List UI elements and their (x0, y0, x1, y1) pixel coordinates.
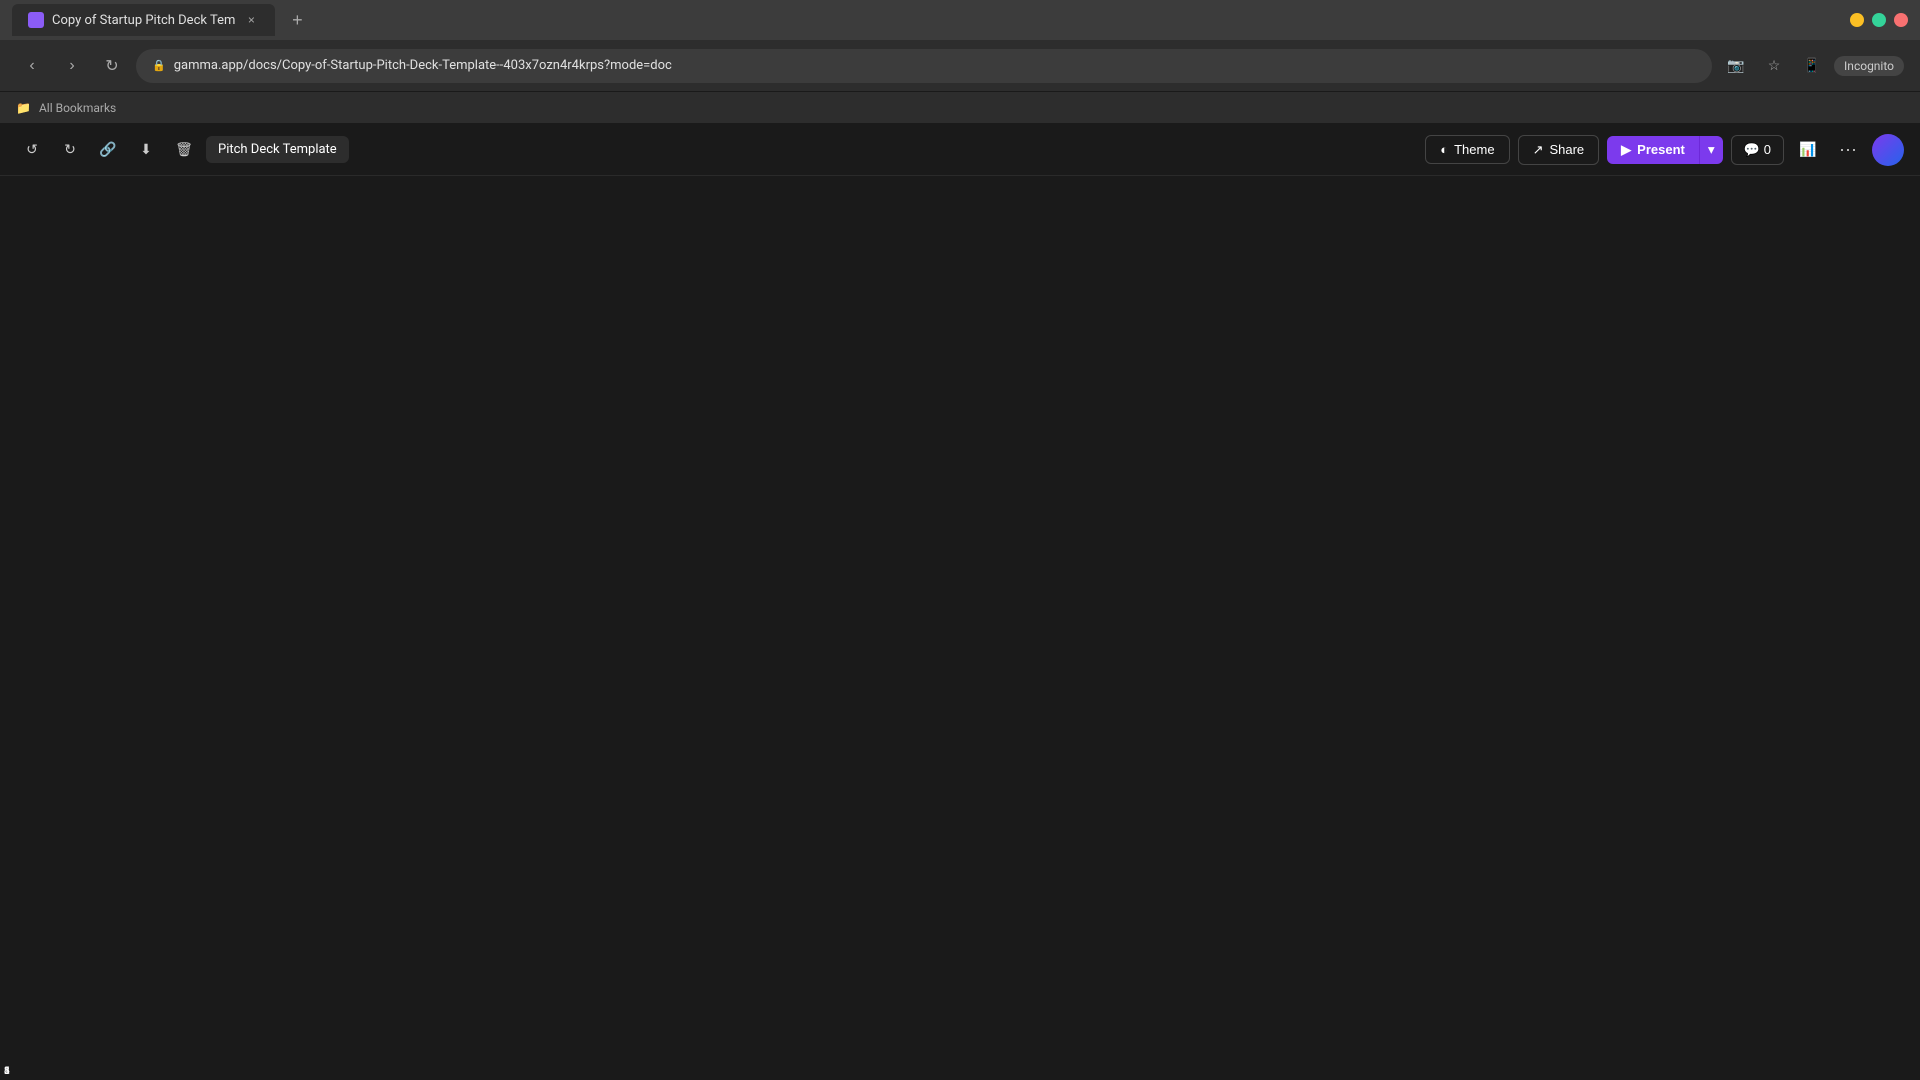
redo-button[interactable]: ↻ (54, 134, 86, 166)
bookmarks-folder-icon: 📁 (16, 101, 31, 115)
user-avatar[interactable] (1872, 134, 1904, 166)
tab-title: Copy of Startup Pitch Deck Tem (52, 13, 235, 28)
bookmarks-bar: 📁 All Bookmarks (0, 92, 1920, 124)
browser-tab[interactable]: Copy of Startup Pitch Deck Tem × (12, 4, 275, 36)
bookmark-star-icon[interactable]: ☆ (1758, 50, 1790, 82)
tab-favicon (28, 12, 44, 28)
browser-toolbar: ‹ › ↻ 🔒 gamma.app/docs/Copy-of-Startup-P… (0, 40, 1920, 92)
browser-titlebar: Copy of Startup Pitch Deck Tem × + (0, 0, 1920, 40)
comment-button[interactable]: 💬 0 (1731, 135, 1784, 165)
present-group: ▶ Present ▾ (1607, 136, 1722, 164)
address-bar[interactable]: 🔒 gamma.app/docs/Copy-of-Startup-Pitch-D… (136, 49, 1712, 83)
browser-toolbar-actions: 📷 ☆ 📱 Incognito (1720, 50, 1904, 82)
present-label: Present (1637, 142, 1685, 157)
undo-button[interactable]: ↺ (16, 134, 48, 166)
back-button[interactable]: ‹ (16, 50, 48, 82)
present-play-icon: ▶ (1621, 142, 1631, 158)
maximize-button[interactable] (1872, 13, 1886, 27)
window-controls (1850, 13, 1908, 27)
download-button[interactable]: ⬇ (130, 134, 162, 166)
analytics-button[interactable]: 📊 (1792, 134, 1824, 166)
share-icon: ↗ (1533, 142, 1544, 158)
tab-close-button[interactable]: × (243, 12, 259, 28)
doc-title-text: Pitch Deck Template (218, 142, 337, 157)
browser-chrome: Copy of Startup Pitch Deck Tem × + ‹ › ↻… (0, 0, 1920, 124)
theme-button[interactable]: ◐ Theme (1425, 135, 1509, 164)
close-window-button[interactable] (1894, 13, 1908, 27)
theme-label: Theme (1454, 142, 1494, 157)
toolbar-right: ◐ Theme ↗ Share ▶ Present ▾ 💬 0 📊 ··· (1425, 134, 1904, 166)
camera-off-icon[interactable]: 📷 (1720, 50, 1752, 82)
link-button[interactable]: 🔗 (92, 134, 124, 166)
refresh-button[interactable]: ↻ (96, 50, 128, 82)
bookmarks-label: All Bookmarks (39, 101, 116, 115)
doc-title[interactable]: Pitch Deck Template (206, 136, 349, 163)
security-icon: 🔒 (152, 59, 166, 72)
incognito-badge[interactable]: Incognito (1834, 56, 1904, 76)
toolbar-left: ↺ ↻ 🔗 ⬇ 🗑 Pitch Deck Template (16, 134, 349, 166)
url-text: gamma.app/docs/Copy-of-Startup-Pitch-Dec… (174, 58, 672, 73)
comment-count: 0 (1764, 142, 1771, 157)
device-icon[interactable]: 📱 (1796, 50, 1828, 82)
theme-icon: ◐ (1440, 142, 1448, 157)
app-toolbar: ↺ ↻ 🔗 ⬇ 🗑 Pitch Deck Template ◐ Theme ↗ … (0, 124, 1920, 176)
app-layout: ↺ ↻ 🔗 ⬇ 🗑 Pitch Deck Template ◐ Theme ↗ … (0, 124, 1920, 1080)
present-button[interactable]: ▶ Present (1607, 136, 1699, 164)
comment-icon: 💬 (1744, 142, 1760, 158)
delete-button[interactable]: 🗑 (168, 134, 200, 166)
new-tab-button[interactable]: + (283, 6, 311, 34)
more-options-button[interactable]: ··· (1832, 134, 1864, 166)
share-label: Share (1549, 142, 1584, 157)
minimize-button[interactable] (1850, 13, 1864, 27)
present-dropdown-button[interactable]: ▾ (1699, 136, 1723, 164)
share-button[interactable]: ↗ Share (1518, 135, 1600, 165)
forward-button[interactable]: › (56, 50, 88, 82)
